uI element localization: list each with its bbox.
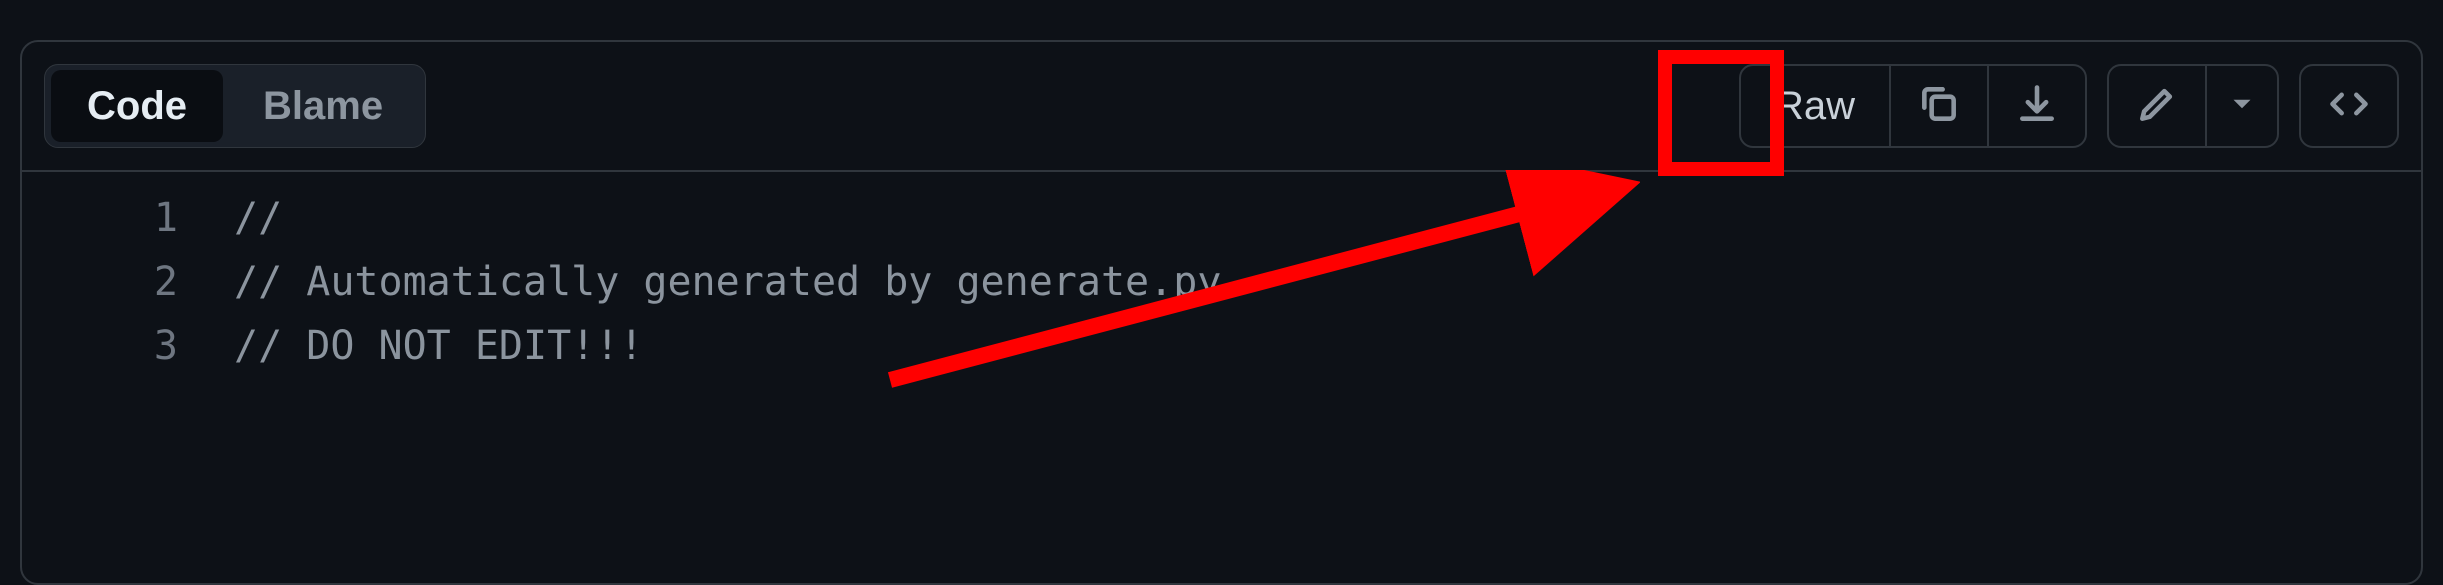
download-button[interactable] [1987,66,2085,146]
tab-code-label: Code [87,84,187,129]
raw-button[interactable]: Raw [1741,66,1889,146]
copy-button[interactable] [1889,66,1987,146]
view-mode-segment: Code Blame [44,64,426,148]
download-icon [2015,82,2059,131]
line-number[interactable]: 2 [22,250,234,314]
raw-group: Raw [1739,64,2087,148]
symbols-group [2299,64,2399,148]
line-number[interactable]: 3 [22,314,234,378]
line-text[interactable]: // Automatically generated by generate.p… [234,250,1245,314]
raw-button-label: Raw [1775,84,1855,129]
code-line: 1 // [22,186,2421,250]
line-number[interactable]: 1 [22,186,234,250]
line-text[interactable]: // DO NOT EDIT!!! [234,314,643,378]
tab-blame-label: Blame [263,84,383,129]
tab-code[interactable]: Code [51,70,223,142]
file-panel: Code Blame Raw [20,40,2423,585]
edit-button[interactable] [2109,66,2205,146]
caret-down-icon [2225,87,2259,126]
code-area: 1 // 2 // Automatically generated by gen… [22,172,2421,378]
code-line: 3 // DO NOT EDIT!!! [22,314,2421,378]
copy-icon [1917,82,1961,131]
edit-group [2107,64,2279,148]
pencil-icon [2135,82,2179,131]
code-line: 2 // Automatically generated by generate… [22,250,2421,314]
file-toolbar: Code Blame Raw [22,42,2421,172]
line-text[interactable]: // [234,186,282,250]
symbols-button[interactable] [2301,66,2397,146]
tab-blame[interactable]: Blame [227,70,419,142]
code-symbols-icon [2327,82,2371,131]
edit-menu-button[interactable] [2205,66,2277,146]
